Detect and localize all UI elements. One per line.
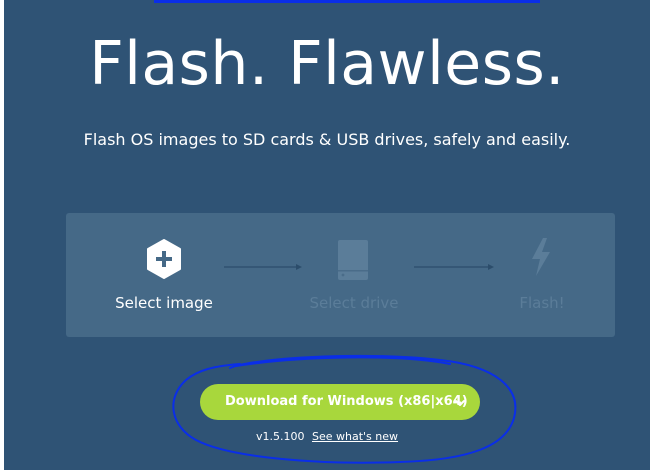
step-label-flash: Flash! [519,294,565,312]
release-info: v1.5.100 See what's new [4,430,650,443]
download-button[interactable]: Download for Windows (x86|x64) [200,384,480,420]
step-connector [224,257,302,270]
top-link-underline[interactable] [154,0,540,3]
drive-icon [337,239,369,286]
plus-hexagon-icon[interactable] [146,239,182,284]
hero-subtitle: Flash OS images to SD cards & USB drives… [83,130,571,149]
step-label-select-image[interactable]: Select image [94,293,234,313]
etcher-landing-page: Flash. Flawless. Flash OS images to SD c… [4,0,650,470]
whats-new-link[interactable]: See what's new [312,430,398,443]
lightning-icon [529,237,553,282]
steps-panel: Select image Select drive Flash! [66,213,615,337]
version-text: v1.5.100 [255,430,305,443]
chevron-down-icon[interactable] [454,396,466,414]
step-label-select-drive: Select drive [309,294,399,312]
hero-title: Flash. Flawless. [89,29,565,99]
step-connector [414,257,494,270]
download-button-label: Download for Windows (x86|x64) [225,394,468,409]
